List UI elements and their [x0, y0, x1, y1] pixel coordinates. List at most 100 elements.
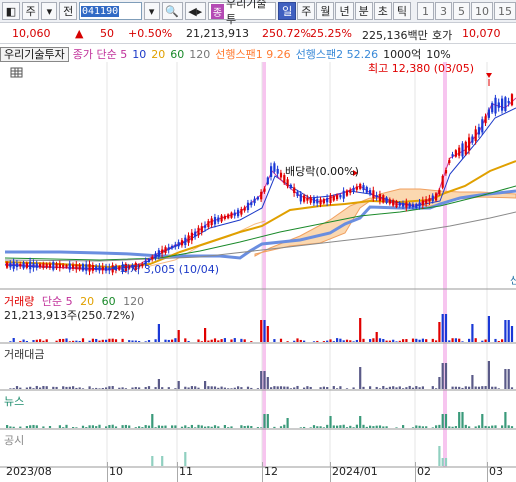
period-tab[interactable]: 주 — [297, 2, 316, 20]
bar — [19, 387, 22, 389]
bar — [230, 339, 233, 342]
bar — [411, 387, 415, 389]
candle-body — [421, 200, 424, 206]
bar — [25, 387, 28, 389]
bar — [29, 425, 32, 428]
candle-body — [250, 202, 253, 206]
market-select[interactable]: 주 — [21, 2, 40, 20]
news-title[interactable]: 뉴스 — [4, 393, 24, 409]
candle-body — [197, 227, 200, 236]
bar — [39, 387, 42, 389]
bar — [402, 425, 405, 428]
bar — [441, 414, 444, 428]
trade-amount: 225,136백만 — [362, 29, 428, 42]
bar — [65, 424, 68, 428]
candle-body — [425, 199, 428, 204]
bar — [230, 426, 233, 428]
bar — [78, 387, 81, 389]
candle-body — [365, 186, 368, 193]
bar — [382, 385, 385, 389]
table-icon[interactable] — [10, 67, 23, 78]
period-tab[interactable]: 월 — [316, 2, 335, 20]
period-tab[interactable]: 초 — [373, 2, 392, 20]
amount-title[interactable]: 거래대금 — [4, 346, 44, 362]
candle-body — [342, 190, 345, 199]
chart-area[interactable]: 우리기술투자 종가 단순 5 10 20 60 120 선행스팬1 9.26 선… — [0, 46, 516, 482]
bar — [154, 387, 157, 389]
candle-body — [375, 195, 378, 198]
bar — [398, 386, 401, 389]
candle-body — [19, 264, 22, 267]
bar — [425, 426, 428, 428]
stock-name-field[interactable]: 종 우리기술투 — [207, 0, 277, 26]
bar — [237, 386, 240, 389]
candle-body — [444, 169, 448, 174]
chevron-down-icon[interactable]: ▾ — [41, 2, 58, 20]
bar — [312, 425, 316, 428]
bar — [108, 386, 111, 389]
bar — [134, 386, 137, 389]
interval-button[interactable]: 1 — [416, 2, 434, 20]
period-tab[interactable]: 분 — [354, 2, 373, 20]
candle-body — [454, 150, 457, 157]
interval-button[interactable]: 15 — [493, 2, 516, 20]
bar — [108, 424, 111, 428]
bar — [458, 386, 461, 389]
bar — [174, 338, 177, 342]
code-input[interactable]: 041190 — [79, 2, 142, 20]
bar — [256, 388, 259, 389]
bar — [141, 427, 144, 428]
candle-body — [75, 264, 78, 270]
period-tab[interactable]: 틱 — [392, 2, 411, 20]
interval-button[interactable]: 10 — [470, 2, 493, 20]
bar — [58, 338, 61, 342]
search-icon[interactable]: 🔍 — [161, 2, 183, 20]
bar — [388, 340, 391, 342]
candle-body — [108, 267, 111, 271]
period-tab[interactable]: 일 — [278, 2, 297, 20]
bar — [491, 386, 494, 389]
bar — [114, 426, 118, 428]
bar — [121, 387, 124, 389]
period-tab[interactable]: 년 — [335, 2, 354, 20]
bar — [111, 338, 114, 342]
speaker-icon[interactable]: ◀▸ — [184, 2, 206, 20]
candle-body — [355, 186, 358, 190]
bar — [296, 385, 299, 389]
bar — [481, 340, 484, 342]
bar — [408, 385, 411, 389]
turnover-rate: 25.25% — [310, 27, 352, 40]
bar — [98, 388, 101, 389]
candle-body — [147, 258, 151, 262]
all-button[interactable]: 전 — [59, 2, 77, 20]
x-tick-label: 03 — [489, 465, 503, 478]
candle-body — [200, 226, 203, 232]
bar — [260, 371, 263, 389]
candle-body — [58, 263, 61, 269]
candle-body — [85, 264, 88, 271]
bar — [359, 367, 362, 389]
window-icon[interactable]: ◧ — [2, 2, 20, 20]
bar — [303, 426, 306, 428]
bar — [101, 387, 104, 389]
bar — [501, 339, 504, 342]
bar — [418, 425, 421, 428]
interval-button[interactable]: 3 — [434, 2, 452, 20]
bar — [105, 387, 108, 389]
bar — [441, 314, 444, 342]
bar — [501, 425, 504, 428]
bar — [263, 320, 266, 342]
bar — [167, 339, 170, 342]
bar — [339, 386, 342, 389]
interval-button[interactable]: 5 — [452, 2, 470, 20]
bar — [273, 339, 276, 342]
bar — [309, 427, 312, 428]
bar — [144, 341, 147, 342]
bar — [359, 416, 362, 428]
candle-body — [408, 203, 411, 208]
candle-body — [72, 264, 75, 269]
disclosure-title[interactable]: 공시 — [4, 432, 24, 448]
candle-body — [32, 263, 35, 268]
dropdown-icon[interactable]: ▾ — [143, 2, 160, 20]
candle-body — [15, 263, 19, 268]
